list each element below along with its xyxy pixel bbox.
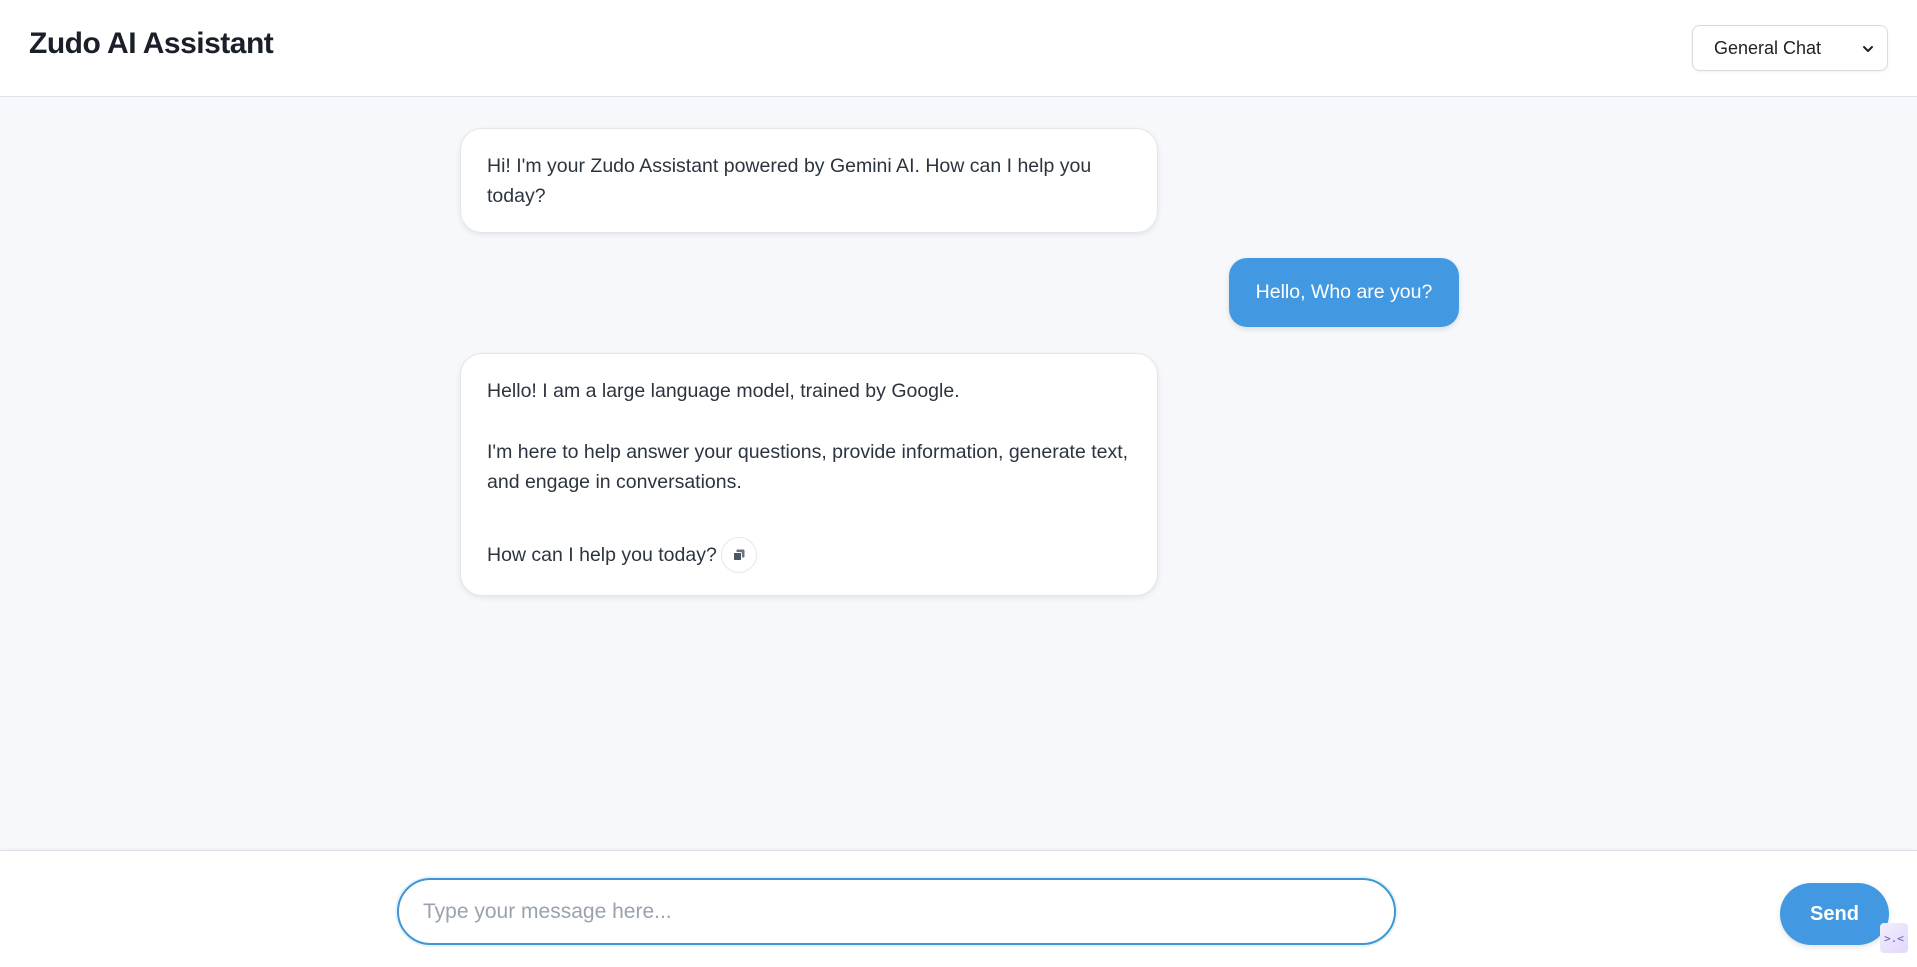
top-header: Zudo AI Assistant General Chat xyxy=(0,0,1917,97)
message-input[interactable] xyxy=(397,878,1396,945)
user-message: Hello, Who are you? xyxy=(1229,258,1459,327)
copy-icon xyxy=(732,549,745,561)
message-text: Hello! I am a large language model, trai… xyxy=(487,380,960,402)
message-text: Hi! I'm your Zudo Assistant powered by G… xyxy=(487,155,1092,207)
assistant-message: Hello! I am a large language model, trai… xyxy=(460,353,1158,596)
composer-bar: Send >.< xyxy=(0,850,1917,967)
message-text: I'm here to help answer your questions, … xyxy=(487,441,1129,493)
message-text: Hello, Who are you? xyxy=(1255,281,1433,303)
chat-app: Zudo AI Assistant General Chat Hi! I'm y… xyxy=(0,0,1917,967)
chat-mode-selected-label: General Chat xyxy=(1714,37,1822,58)
chat-messages[interactable]: Hi! I'm your Zudo Assistant powered by G… xyxy=(0,98,1917,850)
extension-glyph: >.< xyxy=(1884,931,1904,945)
chevron-down-icon xyxy=(1863,46,1873,52)
assistant-message: Hi! I'm your Zudo Assistant powered by G… xyxy=(460,128,1158,233)
extension-icon[interactable]: >.< xyxy=(1880,923,1908,953)
message-last-line: How can I help you today? xyxy=(487,537,1132,574)
app-title: Zudo AI Assistant xyxy=(29,27,274,60)
chat-mode-select[interactable]: General Chat xyxy=(1692,25,1888,71)
message-text: How can I help you today? xyxy=(487,544,717,567)
copy-button[interactable] xyxy=(720,537,757,573)
send-button[interactable]: Send xyxy=(1780,883,1889,945)
